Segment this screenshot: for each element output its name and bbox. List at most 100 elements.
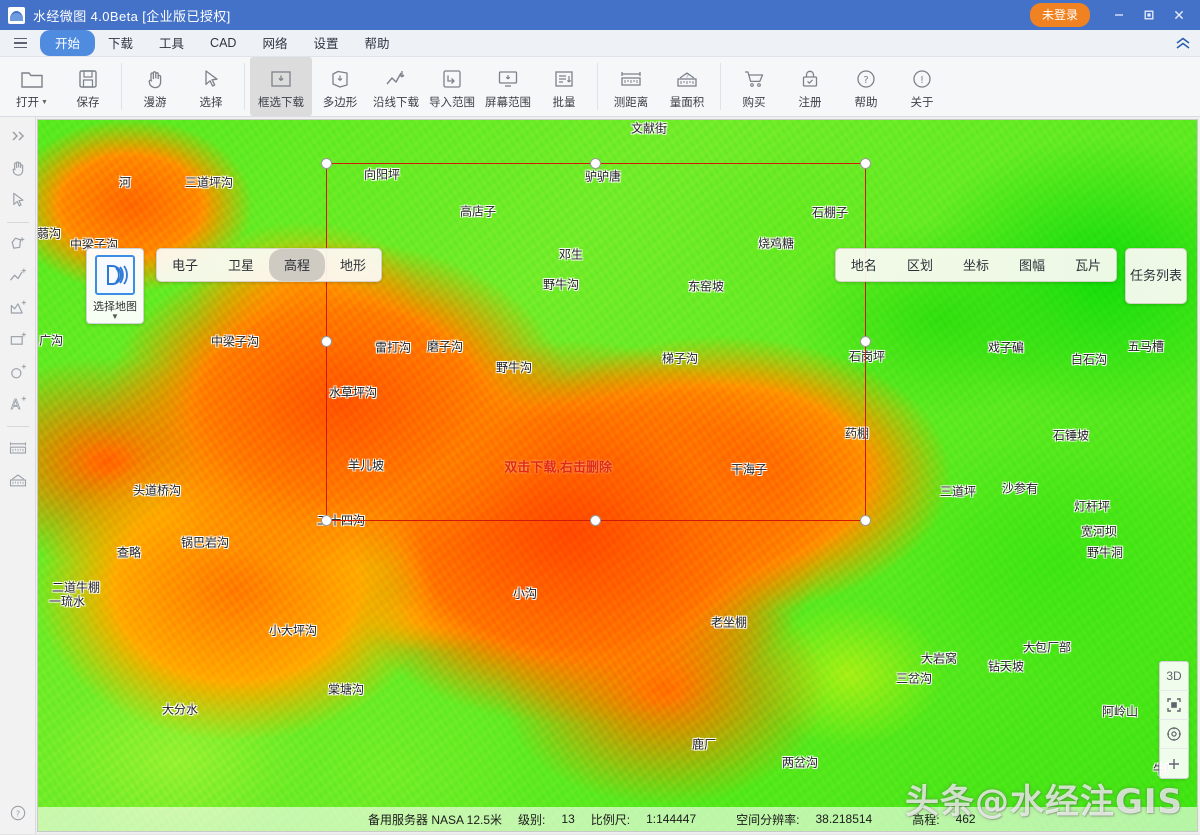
overlay-tab-mapsheet[interactable]: 图幅 [1004, 249, 1060, 281]
selection-handle-se[interactable] [860, 515, 871, 526]
select-button[interactable]: 选择 [183, 57, 239, 116]
screen-extent-button[interactable]: 屏幕范围 [480, 57, 536, 116]
overlay-tab-placename[interactable]: 地名 [836, 249, 892, 281]
help-label: 帮助 [854, 97, 878, 109]
menu-item-download[interactable]: 下载 [95, 30, 146, 56]
screen-extent-label: 屏幕范围 [485, 97, 531, 109]
menu-item-help[interactable]: 帮助 [351, 30, 402, 56]
login-status-button[interactable]: 未登录 [1029, 3, 1090, 27]
info-circle-icon: ! [910, 65, 934, 93]
question-circle-icon: ? [854, 65, 878, 93]
fullscreen-extent-icon[interactable] [1159, 691, 1189, 720]
measure-area-button[interactable]: ? 量面积 [659, 57, 715, 116]
left-tool-strip: A ? [0, 117, 36, 834]
selection-handle-e[interactable] [860, 336, 871, 347]
ribbon-group-download: 框选下载 多边形 沿线下载 导入范围 屏幕范围 批量 [250, 57, 592, 116]
menu-item-start[interactable]: 开始 [40, 30, 96, 56]
batch-button[interactable]: 批量 [536, 57, 592, 116]
chevron-down-icon: ▼ [111, 312, 119, 321]
ribbon-separator [121, 63, 122, 110]
cursor-arrow-icon [199, 65, 223, 93]
buy-button[interactable]: 购买 [726, 57, 782, 116]
overlay-tab-district[interactable]: 区划 [892, 249, 948, 281]
add-area-icon[interactable] [3, 293, 33, 323]
measure-area-icon[interactable] [3, 465, 33, 495]
about-label: 关于 [910, 97, 934, 109]
open-button[interactable]: 打开 ▼ [4, 57, 60, 116]
map-canvas[interactable]: 文献街 向阳坪 驴驴唐河三道坪沟 高店子 石棚子 蒻沟 烧鸡糖 中梁子沟 邓生 野牛沟 东窑坡 广沟中… [37, 119, 1198, 832]
register-button[interactable]: 注册 [782, 57, 838, 116]
polygon-download-label: 多边形 [322, 97, 358, 109]
about-button[interactable]: ! 关于 [894, 57, 950, 116]
ribbon-toolbar: 打开 ▼ 保存 漫游 选择 框选下载 多边形 沿线下载 导入范围 屏幕范围 批量… [0, 57, 1200, 117]
add-text-icon[interactable]: A [3, 389, 33, 419]
overlay-tab-coordinate[interactable]: 坐标 [948, 249, 1004, 281]
window-title: 水经微图 4.0Beta [企业版已授权] [33, 8, 231, 24]
overlay-tab-tile[interactable]: 瓦片 [1060, 249, 1116, 281]
save-button[interactable]: 保存 [60, 57, 116, 116]
basemap-selector-card[interactable]: 选择地图 ▼ [86, 248, 144, 324]
map-overlay-tabs: 地名 区划 坐标 图幅 瓦片 [834, 248, 1117, 282]
svg-text:?: ? [863, 75, 868, 86]
polyline-download-label: 沿线下载 [373, 97, 419, 109]
chevron-up-double-icon[interactable] [1166, 30, 1200, 56]
selection-hint-text: 双击下载,右击删除 [504, 459, 612, 474]
add-polyline-icon[interactable] [3, 261, 33, 291]
selection-handle-s[interactable] [590, 515, 601, 526]
svg-text:?: ? [15, 808, 19, 818]
pan-hand-icon[interactable] [3, 153, 33, 183]
elevation-raster [38, 120, 1197, 831]
batch-list-icon [552, 65, 576, 93]
question-circle-icon[interactable]: ? [3, 798, 33, 828]
save-button-label: 保存 [76, 97, 100, 109]
maximize-button[interactable] [1134, 0, 1164, 30]
selection-handle-nw[interactable] [321, 158, 332, 169]
hamburger-menu-icon[interactable] [8, 32, 32, 54]
measure-distance-icon [618, 65, 644, 93]
measure-distance-icon[interactable] [3, 433, 33, 463]
selection-handle-sw[interactable] [321, 515, 332, 526]
close-button[interactable] [1164, 0, 1194, 30]
polygon-download-icon [328, 65, 352, 93]
layer-tab-satellite[interactable]: 卫星 [213, 249, 269, 281]
selection-handle-ne[interactable] [860, 158, 871, 169]
import-extent-button[interactable]: 导入范围 [424, 57, 480, 116]
polygon-download-button[interactable]: 多边形 [312, 57, 368, 116]
ribbon-group-file: 打开 ▼ 保存 [4, 57, 116, 116]
add-polygon-icon[interactable] [3, 229, 33, 259]
expand-right-icon[interactable] [3, 121, 33, 151]
ribbon-group-account: 购买 注册 ? 帮助 ! 关于 [726, 57, 950, 116]
menu-item-network[interactable]: 网络 [249, 30, 300, 56]
menu-item-settings[interactable]: 设置 [300, 30, 351, 56]
zoom-plus-icon[interactable] [1159, 749, 1189, 778]
left-tool-separator [6, 222, 29, 223]
menu-item-tools[interactable]: 工具 [146, 30, 197, 56]
selection-handle-w[interactable] [321, 336, 332, 347]
open-button-label: 打开 [16, 97, 40, 109]
layer-tab-electronic[interactable]: 电子 [157, 249, 213, 281]
measure-distance-button[interactable]: 测距离 [603, 57, 659, 116]
title-bar: 水经微图 4.0Beta [企业版已授权] 未登录 [0, 0, 1200, 30]
polyline-download-button[interactable]: 沿线下载 [368, 57, 424, 116]
basemap-type-tabs: 电子 卫星 高程 地形 [156, 248, 383, 282]
minimize-button[interactable] [1104, 0, 1134, 30]
3d-toggle-button[interactable]: 3D [1159, 662, 1189, 691]
add-circle-icon[interactable] [3, 357, 33, 387]
help-button[interactable]: ? 帮助 [838, 57, 894, 116]
layer-tab-terrain[interactable]: 地形 [325, 249, 381, 281]
task-list-button[interactable]: 任务列表 [1125, 248, 1187, 304]
cursor-arrow-icon[interactable] [3, 185, 33, 215]
rect-download-button[interactable]: 框选下载 [250, 57, 312, 116]
compass-navigate-icon[interactable] [1159, 720, 1189, 749]
measure-area-icon: ? [674, 65, 700, 93]
menu-item-cad[interactable]: CAD [197, 33, 249, 54]
measure-area-label: 量面积 [669, 97, 705, 109]
layer-tab-elevation[interactable]: 高程 [269, 249, 326, 281]
measure-distance-label: 测距离 [613, 97, 649, 109]
map-layers-icon [95, 255, 135, 295]
selection-handle-n[interactable] [590, 158, 601, 169]
ribbon-separator [244, 63, 245, 110]
add-rectangle-icon[interactable] [3, 325, 33, 355]
screen-extent-icon [496, 65, 520, 93]
pan-button[interactable]: 漫游 [127, 57, 183, 116]
